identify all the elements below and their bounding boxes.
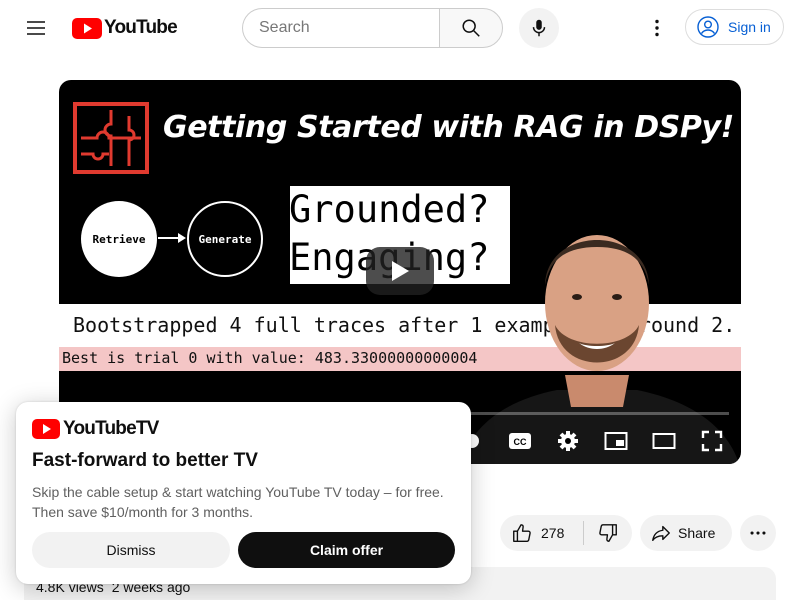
- search-input[interactable]: [259, 19, 424, 37]
- like-button[interactable]: 278: [500, 515, 583, 551]
- account-circle-icon: [697, 16, 719, 38]
- diagram-node-generate: Generate: [187, 201, 263, 277]
- diagram-node-retrieve: Retrieve: [81, 201, 157, 277]
- log-line-best-trial: Best is trial 0 with value: 483.33000000…: [62, 349, 478, 367]
- dislike-button[interactable]: [584, 515, 632, 551]
- search-box: [242, 8, 440, 48]
- miniplayer-button[interactable]: [601, 426, 631, 456]
- more-vertical-icon: [655, 19, 659, 37]
- youtube-tv-logo: YouTubeTV: [32, 418, 455, 440]
- svg-text:CC: CC: [514, 437, 527, 447]
- search-icon: [462, 19, 480, 37]
- youtube-tv-promo-dialog: YouTubeTV Fast-forward to better TV Skip…: [16, 402, 471, 584]
- presenter-figure: [459, 235, 740, 464]
- guide-menu-button[interactable]: [16, 8, 56, 48]
- promo-description: Skip the cable setup & start watching Yo…: [32, 484, 444, 520]
- like-count: 278: [541, 525, 565, 541]
- fullscreen-button[interactable]: [697, 426, 727, 456]
- play-button[interactable]: [366, 247, 434, 295]
- promo-buttons: Dismiss Claim offer: [32, 532, 455, 568]
- settings-button[interactable]: [553, 426, 583, 456]
- youtube-play-logo-icon: [72, 17, 102, 39]
- thumbs-down-icon: [599, 524, 617, 542]
- like-dislike-group: 278: [500, 515, 632, 551]
- thumbs-up-icon: [513, 524, 531, 542]
- more-horizontal-icon: [750, 531, 766, 535]
- youtube-play-logo-icon: [32, 419, 60, 439]
- share-label: Share: [678, 525, 716, 541]
- hamburger-menu-icon: [27, 21, 45, 35]
- share-arrow-icon: [652, 525, 670, 542]
- arrow-right-icon: [158, 233, 186, 243]
- youtube-watch-page: YouTube Search Sign in Getting Started w…: [0, 0, 800, 600]
- search-button[interactable]: [439, 8, 503, 48]
- share-button[interactable]: Share: [640, 515, 732, 551]
- puzzle-logo-icon: [73, 102, 149, 174]
- microphone-icon: [532, 19, 546, 37]
- sign-in-button[interactable]: Sign in: [685, 9, 784, 45]
- miniplayer-icon: [604, 432, 628, 450]
- fullscreen-icon: [701, 430, 723, 452]
- youtube-logo[interactable]: YouTube: [72, 17, 178, 39]
- closed-captions-icon: CC: [509, 433, 531, 449]
- settings-more-button[interactable]: [637, 8, 677, 48]
- claim-offer-button[interactable]: Claim offer: [238, 532, 455, 568]
- dismiss-button[interactable]: Dismiss: [32, 532, 230, 568]
- voice-search-button[interactable]: [519, 8, 559, 48]
- player-controls: CC: [457, 426, 727, 456]
- gear-icon: [558, 431, 578, 451]
- thumbnail-title: Getting Started with RAG in DSPy!: [163, 110, 734, 145]
- subtitles-button[interactable]: CC: [505, 426, 535, 456]
- masthead: YouTube Search Sign in: [0, 0, 800, 56]
- sign-in-label: Sign in: [728, 19, 771, 35]
- youtube-logo-text: YouTube: [104, 17, 178, 38]
- play-icon: [392, 261, 409, 281]
- theater-mode-icon: [652, 433, 676, 449]
- youtube-tv-logo-text: YouTubeTV: [63, 418, 159, 439]
- more-actions-button[interactable]: [740, 515, 776, 551]
- promo-title: Fast-forward to better TV: [32, 450, 258, 471]
- theater-mode-button[interactable]: [649, 426, 679, 456]
